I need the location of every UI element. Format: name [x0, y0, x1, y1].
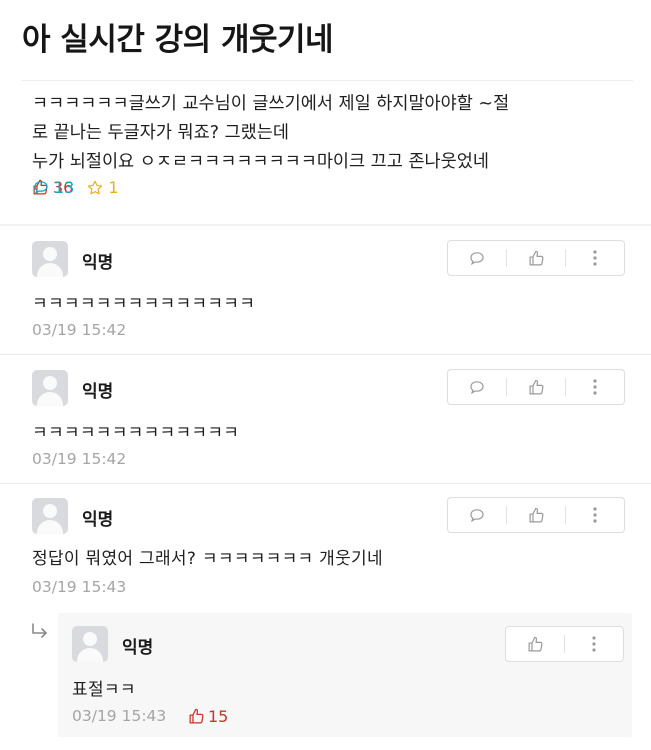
like-button[interactable] — [506, 627, 564, 661]
comment-item: 익명 정답이 뭐였어 그래서? ㅋㅋㅋㅋㅋㅋㅋ 개웃기네 03/19 15:43 — [0, 484, 651, 612]
post-body-line: 누가 뇌절이요 ㅇㅈㄹㅋㅋㅋㅋㅋㅋㅋㅋ마이크 끄고 존나웃었네 — [32, 152, 489, 172]
reply-button[interactable] — [448, 241, 506, 275]
more-vertical-icon — [593, 250, 597, 266]
thumbs-up-icon — [529, 379, 543, 394]
comment-time: 03/19 15:42 — [32, 321, 127, 339]
post-comment-count: 13 — [32, 178, 651, 197]
more-vertical-icon — [592, 636, 596, 652]
comment-time: 03/19 15:43 — [32, 578, 127, 596]
comment-author: 익명 — [82, 510, 114, 530]
reply-button[interactable] — [448, 370, 506, 404]
post-body: ㅋㅋㅋㅋㅋㅋ글쓰기 교수님이 글쓰기에서 제일 하지말아야할 ~절 로 끝나는 … — [32, 90, 622, 177]
reply-actions — [505, 626, 624, 662]
more-button[interactable] — [566, 498, 624, 532]
thumbs-up-icon — [529, 507, 543, 522]
reply-like-count: 15 — [188, 707, 228, 726]
avatar-icon — [32, 370, 68, 406]
more-button[interactable] — [565, 627, 623, 661]
thumbs-up-icon — [528, 636, 542, 651]
thumbs-up-icon — [189, 708, 204, 724]
reply-button[interactable] — [448, 498, 506, 532]
avatar-icon — [72, 626, 108, 662]
reply-author: 익명 — [122, 638, 154, 658]
comment-text: ㅋㅋㅋㅋㅋㅋㅋㅋㅋㅋㅋㅋㅋㅋ — [32, 294, 256, 314]
reply-arrow-icon — [32, 623, 47, 638]
reply-text: 표절ㅋㅋ — [72, 680, 136, 700]
divider — [22, 80, 633, 81]
like-count: 15 — [208, 707, 229, 726]
speech-bubble-icon — [470, 508, 484, 522]
comment-count: 13 — [54, 178, 75, 197]
like-button[interactable] — [507, 498, 565, 532]
post-stats: 36 13 1 — [32, 178, 132, 197]
avatar-icon — [32, 241, 68, 277]
comment-time: 03/19 15:42 — [32, 450, 127, 468]
avatar-icon — [32, 498, 68, 534]
speech-bubble-icon — [34, 181, 48, 195]
like-button[interactable] — [507, 370, 565, 404]
reply-time: 03/19 15:43 — [72, 707, 167, 725]
post-page: 아 실시간 강의 개웃기네 ㅋㅋㅋㅋㅋㅋ글쓰기 교수님이 글쓰기에서 제일 하지… — [0, 0, 651, 750]
thumbs-up-icon — [529, 250, 543, 265]
like-button[interactable] — [507, 241, 565, 275]
comment-actions — [447, 497, 625, 533]
post-body-line: 로 끝나는 두글자가 뭐죠? 그랬는데 — [32, 123, 289, 143]
comment-item: 익명 ㅋㅋㅋㅋㅋㅋㅋㅋㅋㅋㅋㅋㅋ 03/19 15:42 — [0, 355, 651, 483]
more-vertical-icon — [593, 379, 597, 395]
post-title: 아 실시간 강의 개웃기네 — [22, 22, 334, 58]
speech-bubble-icon — [470, 380, 484, 394]
more-vertical-icon — [593, 507, 597, 523]
more-button[interactable] — [566, 241, 624, 275]
post-body-line: ㅋㅋㅋㅋㅋㅋ글쓰기 교수님이 글쓰기에서 제일 하지말아야할 ~절 — [32, 94, 510, 114]
comment-item: 익명 ㅋㅋㅋㅋㅋㅋㅋㅋㅋㅋㅋㅋㅋㅋ 03/19 15:42 — [0, 226, 651, 354]
comment-actions — [447, 369, 625, 405]
comment-author: 익명 — [82, 382, 114, 402]
speech-bubble-icon — [470, 251, 484, 265]
comment-actions — [447, 240, 625, 276]
comment-author: 익명 — [82, 253, 114, 273]
comment-text: ㅋㅋㅋㅋㅋㅋㅋㅋㅋㅋㅋㅋㅋ — [32, 423, 240, 443]
comment-text: 정답이 뭐였어 그래서? ㅋㅋㅋㅋㅋㅋㅋ 개웃기네 — [32, 549, 383, 569]
more-button[interactable] — [566, 370, 624, 404]
reply-item: 익명 표절ㅋㅋ 03/19 15:43 — [58, 613, 632, 737]
